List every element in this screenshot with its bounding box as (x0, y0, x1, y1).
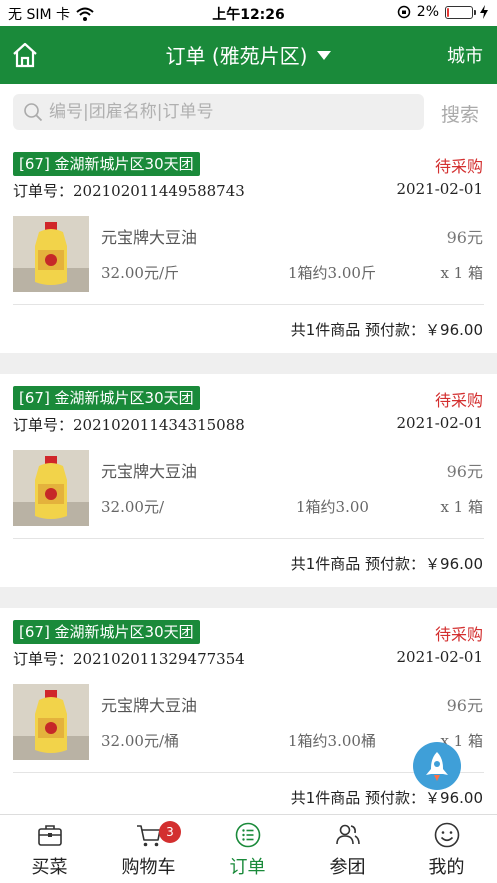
tab-buy[interactable]: 买菜 (0, 815, 99, 883)
unit-price: 32.00元/斤 (101, 264, 179, 282)
tab-bar: 买菜 3 购物车 订单 参团 我的 (0, 814, 497, 883)
battery-level (447, 7, 449, 17)
search-bar: 搜索 (0, 84, 497, 140)
group-tag: [67] 金湖新城片区30天团 (13, 152, 200, 176)
quantity: x 1 箱 (440, 498, 483, 516)
nav-bar: 订单 (雅苑片区) 城市 (0, 26, 497, 84)
order-list: [67] 金湖新城片区30天团 待采购 订单号：2021020114495887… (0, 140, 497, 814)
region-dropdown[interactable]: 订单 (雅苑片区) (0, 40, 497, 69)
briefcase-icon (38, 825, 62, 846)
order-card[interactable]: [67] 金湖新城片区30天团 待采购 订单号：2021020114343150… (0, 374, 497, 587)
product-image (13, 684, 89, 760)
product-image (13, 450, 89, 526)
order-status: 待采购 (434, 391, 483, 410)
product-price: 96元 (446, 462, 483, 481)
quantity: x 1 箱 (440, 264, 483, 282)
tab-label: 订单 (229, 857, 266, 878)
product-price: 96元 (446, 696, 483, 715)
list-icon (235, 822, 261, 848)
caret-down-icon (317, 51, 332, 60)
page-title: 订单 (雅苑片区) (165, 44, 308, 68)
search-box (13, 94, 424, 130)
order-summary: 共1件商品 预付款：￥96.00 (290, 789, 483, 807)
order-number: 订单号：202102011434315088 (13, 416, 245, 434)
tab-mine[interactable]: 我的 (397, 815, 496, 883)
product-name: 元宝牌大豆油 (101, 696, 198, 715)
status-bar: 无 SIM 卡 上午12:26 2% (0, 0, 497, 26)
pack-spec: 1箱约3.00桶 (288, 732, 376, 750)
battery-icon (445, 5, 476, 19)
search-icon (24, 103, 43, 122)
order-summary: 共1件商品 预付款：￥96.00 (290, 321, 483, 339)
orientation-lock-icon (397, 5, 411, 19)
order-summary: 共1件商品 预付款：￥96.00 (290, 555, 483, 573)
search-button[interactable]: 搜索 (441, 100, 479, 127)
order-status: 待采购 (434, 625, 483, 644)
smiley-icon (434, 822, 460, 848)
unit-price: 32.00元/ (101, 498, 164, 516)
group-tag: [67] 金湖新城片区30天团 (13, 386, 200, 410)
tab-label: 购物车 (121, 857, 176, 878)
group-icon (336, 824, 360, 845)
order-date: 2021-02-01 (396, 180, 483, 198)
tab-cart[interactable]: 3 购物车 (99, 815, 198, 883)
product-image (13, 216, 89, 292)
product-price: 96元 (446, 228, 483, 247)
tab-label: 参团 (329, 857, 366, 878)
tab-orders[interactable]: 订单 (198, 815, 297, 883)
order-number: 订单号：202102011449588743 (13, 182, 245, 200)
tab-label: 我的 (428, 857, 465, 878)
search-input[interactable] (49, 94, 419, 130)
cart-badge: 3 (159, 821, 181, 843)
pack-spec: 1箱约3.00斤 (288, 264, 376, 282)
city-button[interactable]: 城市 (447, 42, 483, 68)
pack-spec: 1箱约3.00 (296, 498, 369, 516)
order-card[interactable]: [67] 金湖新城片区30天团 待采购 订单号：2021020114495887… (0, 140, 497, 353)
order-status: 待采购 (434, 157, 483, 176)
back-to-top-button[interactable] (413, 742, 461, 790)
divider (13, 304, 484, 305)
order-number: 订单号：202102011329477354 (13, 650, 245, 668)
order-date: 2021-02-01 (396, 414, 483, 432)
order-date: 2021-02-01 (396, 648, 483, 666)
product-name: 元宝牌大豆油 (101, 462, 198, 481)
battery-percent: 2% (416, 4, 439, 20)
tab-label: 买菜 (31, 857, 68, 878)
product-name: 元宝牌大豆油 (101, 228, 198, 247)
rocket-icon (426, 752, 448, 781)
tab-join-group[interactable]: 参团 (298, 815, 397, 883)
charging-icon (480, 5, 488, 19)
divider (13, 538, 484, 539)
group-tag: [67] 金湖新城片区30天团 (13, 620, 200, 644)
unit-price: 32.00元/桶 (101, 732, 179, 750)
